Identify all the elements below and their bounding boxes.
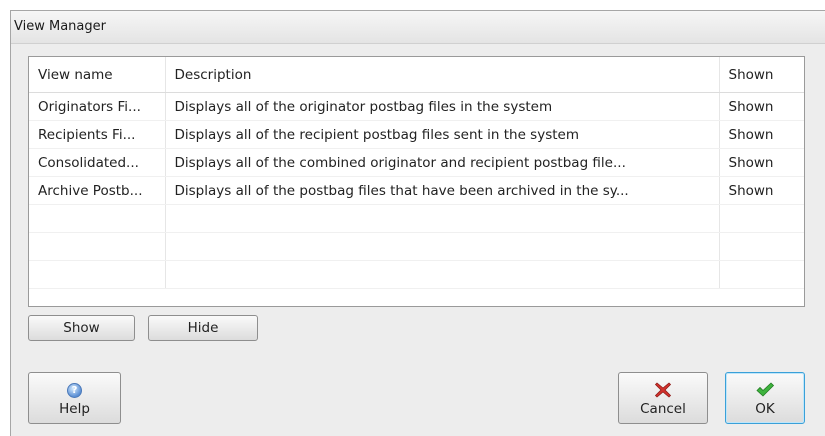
ok-button-label: OK [755, 401, 775, 417]
cell-shown: Shown [719, 176, 804, 205]
title-bar[interactable]: View Manager [11, 11, 825, 44]
help-icon: ? [29, 381, 120, 399]
empty-table-row [29, 232, 804, 261]
table-header-row: View name Description Shown [29, 57, 804, 93]
cell-description: Displays all of the postbag files that h… [165, 176, 720, 205]
hide-button[interactable]: Hide [148, 315, 258, 341]
cell-shown: Shown [719, 92, 804, 121]
views-table: View name Description Shown Originators … [28, 56, 805, 307]
green-check-icon [726, 381, 804, 399]
column-header-view-name[interactable]: View name [29, 57, 166, 93]
cell-view-name: Consolidated... [29, 148, 166, 177]
cell-view-name: Originators Fi... [29, 92, 166, 121]
column-header-shown[interactable]: Shown [719, 57, 804, 93]
table-row[interactable]: Recipients Fi... Displays all of the rec… [29, 120, 804, 149]
cell-view-name: Recipients Fi... [29, 120, 166, 149]
cell-description: Displays all of the recipient postbag fi… [165, 120, 720, 149]
ok-button[interactable]: OK [725, 372, 805, 424]
table-row[interactable]: Archive Postb... Displays all of the pos… [29, 176, 804, 205]
cell-description: Displays all of the combined originator … [165, 148, 720, 177]
cell-description: Displays all of the originator postbag f… [165, 92, 720, 121]
window-title: View Manager [14, 19, 106, 34]
table-row[interactable]: Originators Fi... Displays all of the or… [29, 92, 804, 121]
help-button-label: Help [59, 401, 90, 417]
cell-view-name: Archive Postb... [29, 176, 166, 205]
empty-table-row [29, 260, 804, 289]
empty-table-row [29, 204, 804, 233]
cancel-button-label: Cancel [640, 401, 686, 417]
view-manager-dialog: View Manager View name Description Shown… [10, 10, 825, 436]
table-row[interactable]: Consolidated... Displays all of the comb… [29, 148, 804, 177]
help-button[interactable]: ? Help [28, 372, 121, 424]
cell-shown: Shown [719, 120, 804, 149]
cell-shown: Shown [719, 148, 804, 177]
red-x-icon [619, 381, 707, 399]
show-button[interactable]: Show [28, 315, 135, 341]
cancel-button[interactable]: Cancel [618, 372, 708, 424]
column-header-description[interactable]: Description [165, 57, 720, 93]
